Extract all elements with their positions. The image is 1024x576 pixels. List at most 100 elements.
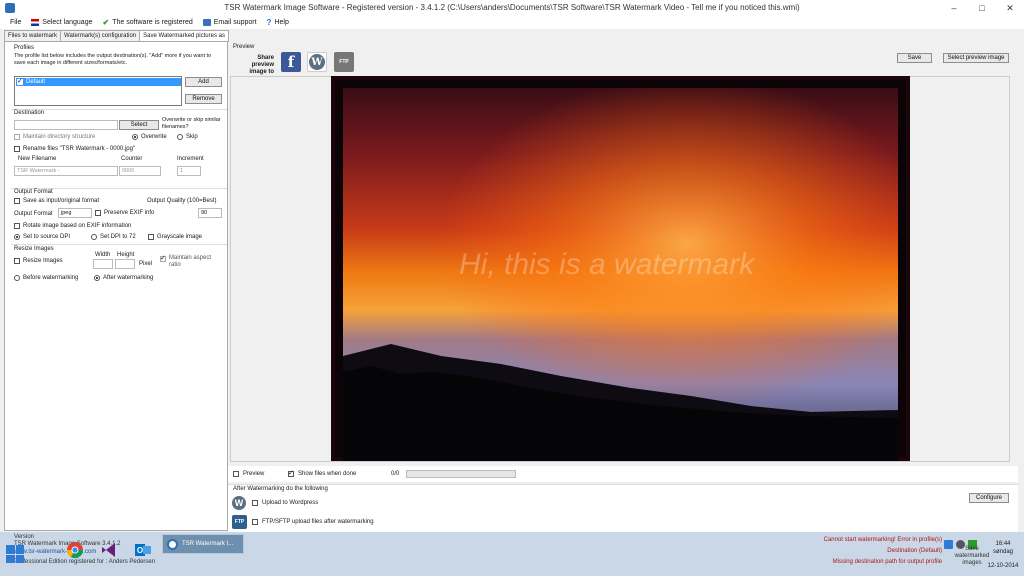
wordpress-share-button[interactable]: W [307, 52, 327, 72]
output-quality-label: Output Quality (100=Best) [147, 198, 217, 204]
grayscale-checkbox[interactable] [148, 234, 154, 240]
aspect-ratio-label: Maintain aspect ratio [169, 255, 212, 268]
share-preview-label: Share preview image to [249, 55, 274, 75]
preserve-exif-checkbox[interactable] [95, 210, 101, 216]
height-input[interactable] [115, 259, 135, 269]
clock-time: 16:44 [995, 541, 1011, 547]
save-preview-button[interactable]: Save [897, 53, 932, 63]
menu-file-label: File [10, 19, 22, 26]
destination-path-input[interactable] [14, 120, 118, 130]
preview-image: Hi, this is a watermark [331, 76, 910, 461]
new-filename-input[interactable]: TSR Watermark - [14, 166, 118, 176]
chrome-icon[interactable] [60, 536, 90, 564]
remove-profile-button[interactable]: Remove [185, 94, 222, 104]
preview-checkbox[interactable] [233, 471, 239, 477]
checkmark-icon: ✔ [102, 18, 110, 27]
save-as-input-checkbox[interactable] [14, 198, 20, 204]
before-watermarking-radio[interactable] [14, 275, 20, 281]
show-files-checkbox[interactable] [288, 469, 294, 477]
preserve-exif-label: Preserve EXIF info [104, 210, 155, 216]
profile-item-default[interactable]: Default [16, 78, 181, 86]
menu-help-label: Help [274, 19, 289, 26]
visual-studio-icon[interactable] [94, 536, 124, 564]
profile-list[interactable]: Default [14, 76, 182, 106]
svg-text:O: O [137, 546, 143, 555]
window-title: TSR Watermark Image Software - Registere… [224, 3, 800, 12]
save-settings-panel: Profiles The profile list below includes… [4, 41, 228, 531]
rotate-exif-checkbox[interactable] [14, 223, 20, 229]
menu-help[interactable]: ? Help [267, 18, 289, 27]
save-as-input-label: Save as input/original format [23, 198, 100, 204]
maintain-structure-checkbox[interactable] [14, 134, 20, 140]
wordpress-icon: W [309, 54, 325, 70]
tab-strip: Files to watermark Watermark(s) configur… [4, 30, 229, 42]
overwrite-radio[interactable] [132, 134, 138, 140]
maximize-button[interactable]: □ [968, 0, 996, 16]
taskbar-tsr-window[interactable]: TSR Watermark I... [162, 534, 244, 554]
progress-count: 0/0 [391, 471, 400, 477]
configure-button[interactable]: Configure [969, 493, 1009, 503]
tsr-app-icon [167, 538, 178, 550]
resize-images-checkbox[interactable] [14, 258, 20, 264]
profile-item-label: Default [26, 79, 46, 85]
overwrite-question: Overwrite or skip similar filenames? [162, 117, 221, 130]
title-bar: TSR Watermark Image Software - Registere… [0, 0, 1024, 16]
profiles-description: The profile list below includes the outp… [14, 53, 212, 66]
outlook-icon[interactable]: O [128, 536, 158, 564]
watermark-text: Hi, this is a watermark [459, 248, 755, 281]
height-label: Height [117, 252, 135, 258]
output-format-heading: Output Format [14, 189, 53, 195]
output-format-select[interactable]: jpeg [58, 208, 92, 218]
aspect-ratio-checkbox[interactable] [160, 254, 166, 262]
profiles-heading: Profiles [14, 45, 35, 51]
counter-label: Counter [121, 156, 143, 162]
skip-radio[interactable] [177, 134, 183, 140]
menu-language-label: Select language [42, 19, 93, 26]
destination-heading: Destination [14, 110, 45, 116]
menu-registered[interactable]: ✔ The software is registered [103, 18, 193, 27]
menu-file[interactable]: File [10, 19, 21, 26]
dpi-source-label: Set to source DPI [23, 234, 71, 240]
counter-input[interactable]: 0000 [119, 166, 161, 176]
ftp-upload-icon: FTP [232, 515, 247, 529]
skip-label: Skip [186, 134, 198, 140]
after-watermarking-radio[interactable] [94, 275, 100, 281]
tab-files[interactable]: Files to watermark [4, 30, 62, 41]
flag-icon [31, 19, 40, 26]
select-destination-button[interactable]: Select [119, 120, 159, 130]
resize-heading: Resize Images [14, 246, 54, 252]
close-button[interactable]: ✕ [996, 0, 1024, 16]
output-quality-stepper[interactable]: 90 [198, 208, 222, 218]
help-icon: ? [266, 18, 272, 27]
select-preview-image-button[interactable]: Select preview image [943, 53, 1009, 63]
profile-default-checkbox[interactable] [17, 77, 23, 85]
show-files-label: Show files when done [298, 471, 357, 477]
version-label: Version [14, 534, 35, 540]
upload-wordpress-checkbox[interactable] [252, 500, 258, 506]
windows-start-button[interactable] [6, 545, 24, 563]
increment-stepper[interactable]: 1 [177, 166, 201, 176]
menu-registered-label: The software is registered [112, 19, 193, 26]
error-missing-path: Missing destination path for output prof… [832, 559, 942, 565]
ftp-upload-label: FTP/SFTP upload files after watermarking [262, 519, 374, 525]
new-filename-label: New Filename [18, 156, 57, 162]
upload-wordpress-label: Upload to Wordpress [262, 500, 319, 506]
menu-bar: File Select language ✔ The software is r… [0, 16, 1024, 29]
ftp-share-icon[interactable]: FTP [334, 52, 354, 72]
dpi-72-radio[interactable] [91, 234, 97, 240]
overwrite-label: Overwrite [141, 134, 167, 140]
tab-watermark-config[interactable]: Watermark(s) configuration [60, 30, 141, 41]
ftp-upload-checkbox[interactable] [252, 519, 258, 525]
minimize-button[interactable]: – [940, 0, 968, 16]
menu-email[interactable]: Email support [202, 19, 257, 26]
facebook-icon[interactable]: f [281, 52, 301, 72]
error-cannot-start: Cannot start watermarking! Error in prof… [823, 537, 942, 543]
dpi-source-radio[interactable] [14, 234, 20, 240]
system-clock[interactable]: 16:44 søndag 12-10-2014 [986, 540, 1020, 570]
email-icon [202, 19, 211, 26]
clock-day: søndag [992, 549, 1013, 555]
rename-files-checkbox[interactable] [14, 146, 20, 152]
add-profile-button[interactable]: Add [185, 77, 222, 87]
menu-language[interactable]: Select language [31, 19, 93, 26]
width-input[interactable] [93, 259, 113, 269]
